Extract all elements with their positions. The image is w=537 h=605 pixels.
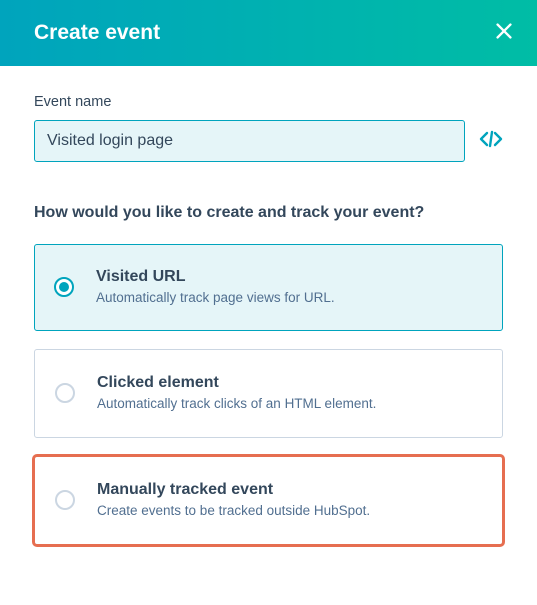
option-text: Clicked element Automatically track click… xyxy=(97,374,482,411)
option-description: Automatically track clicks of an HTML el… xyxy=(97,396,482,411)
option-card-manually-tracked-event[interactable]: Manually tracked event Create events to b… xyxy=(34,456,503,545)
option-title: Manually tracked event xyxy=(97,481,482,499)
dialog-header: Create event xyxy=(0,0,537,66)
event-name-input[interactable] xyxy=(34,120,465,162)
radio-clicked-element[interactable] xyxy=(55,383,75,403)
dialog-title: Create event xyxy=(34,21,160,45)
option-title: Clicked element xyxy=(97,374,482,392)
close-button[interactable] xyxy=(493,20,515,47)
option-description: Automatically track page views for URL. xyxy=(96,290,483,305)
close-icon xyxy=(493,20,515,47)
option-text: Visited URL Automatically track page view… xyxy=(96,268,483,305)
event-name-label: Event name xyxy=(34,94,503,110)
option-description: Create events to be tracked outside HubS… xyxy=(97,503,482,518)
tracking-question: How would you like to create and track y… xyxy=(34,204,503,222)
option-text: Manually tracked event Create events to b… xyxy=(97,481,482,518)
code-icon xyxy=(479,129,503,154)
option-card-visited-url[interactable]: Visited URL Automatically track page view… xyxy=(34,244,503,331)
code-toggle-button[interactable] xyxy=(479,129,503,154)
option-title: Visited URL xyxy=(96,268,483,286)
radio-visited-url[interactable] xyxy=(54,277,74,297)
event-name-row xyxy=(34,120,503,162)
option-card-clicked-element[interactable]: Clicked element Automatically track click… xyxy=(34,349,503,438)
radio-manually-tracked-event[interactable] xyxy=(55,490,75,510)
dialog-body: Event name How would you like to create … xyxy=(0,66,537,545)
